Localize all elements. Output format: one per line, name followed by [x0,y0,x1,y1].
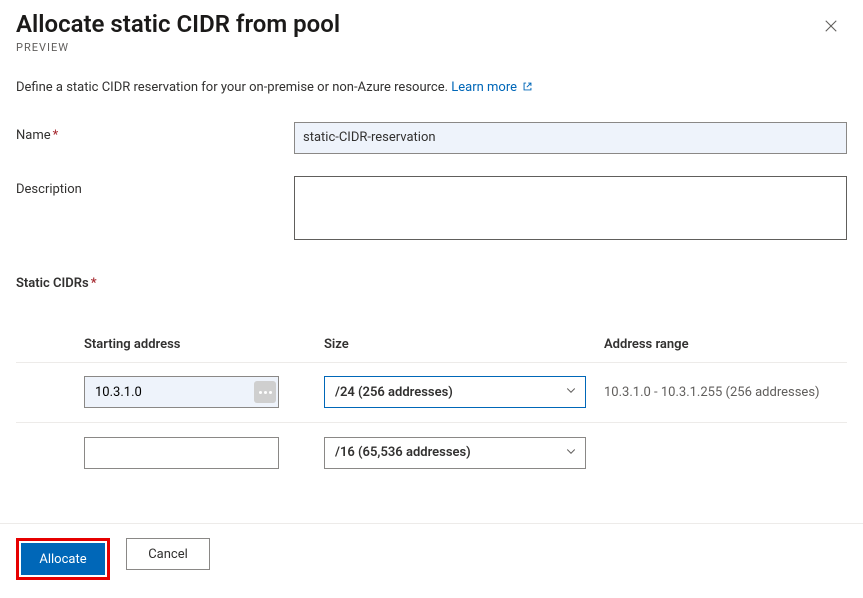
ellipsis-icon [259,391,272,394]
required-marker: * [53,128,59,143]
table-header: Starting address Size Address range [16,337,847,363]
static-cidrs-section-label: Static CIDRs* [16,276,847,291]
name-label: Name* [16,122,294,143]
intro-text-row: Define a static CIDR reservation for you… [16,80,847,96]
starting-address-field[interactable] [93,384,254,401]
preview-badge: PREVIEW [16,41,340,54]
size-select[interactable]: /24 (256 addresses) [324,376,586,408]
chevron-down-icon [565,445,577,461]
close-icon [824,19,838,33]
allocate-button[interactable]: Allocate [21,543,105,575]
col-header-address-range: Address range [604,337,847,352]
static-cidrs-table: Starting address Size Address range /24 … [16,337,847,483]
col-header-size: Size [324,337,604,352]
size-select-value: /24 (256 addresses) [335,385,453,400]
more-options-button[interactable] [254,381,276,403]
address-range-value: 10.3.1.0 - 10.3.1.255 (256 addresses) [604,385,847,400]
description-label: Description [16,176,294,197]
description-input[interactable] [294,176,847,240]
learn-more-link[interactable]: Learn more [451,80,533,95]
page-title: Allocate static CIDR from pool [16,10,340,39]
starting-address-input[interactable] [84,376,279,408]
external-link-icon [522,81,533,96]
learn-more-label: Learn more [451,80,517,95]
cancel-button[interactable]: Cancel [126,538,210,570]
required-marker: * [91,276,97,291]
starting-address-field[interactable] [93,444,276,461]
starting-address-input[interactable] [84,437,279,469]
intro-text: Define a static CIDR reservation for you… [16,80,451,95]
size-select[interactable]: /16 (65,536 addresses) [324,437,586,469]
footer: Allocate Cancel [0,523,863,598]
size-select-value: /16 (65,536 addresses) [335,445,471,460]
table-row: /24 (256 addresses) 10.3.1.0 - 10.3.1.25… [16,363,847,423]
chevron-down-icon [565,384,577,400]
name-input[interactable] [294,122,847,154]
table-row: /16 (65,536 addresses) [16,423,847,483]
col-header-starting-address: Starting address [84,337,324,352]
close-button[interactable] [815,10,847,42]
allocate-button-highlight: Allocate [16,538,110,580]
